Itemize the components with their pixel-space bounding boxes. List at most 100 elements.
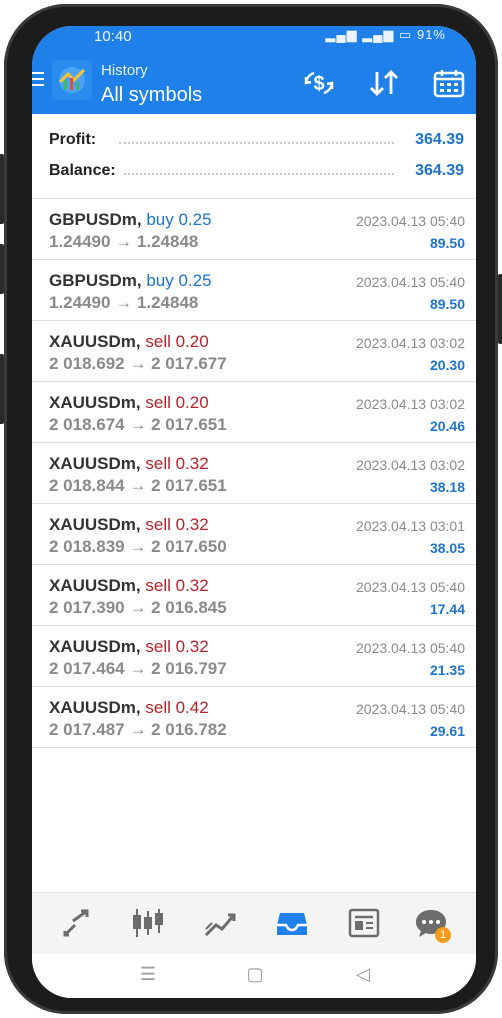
news-icon[interactable] xyxy=(346,907,382,939)
trade-icon[interactable] xyxy=(202,907,238,939)
battery-icon: ▭ xyxy=(399,27,413,42)
deal-side: sell 0.32 xyxy=(145,576,209,595)
status-time: 10:40 xyxy=(94,28,132,45)
side-button xyxy=(0,154,4,224)
messages-badge: 1 xyxy=(435,927,451,943)
deal-side: sell 0.32 xyxy=(145,515,209,534)
deal-row[interactable]: XAUUSDm, sell 0.42 2 017.487 → 2 016.782… xyxy=(32,687,476,748)
currency-exchange-icon[interactable]: $ xyxy=(302,68,336,98)
deal-symbol-line: GBPUSDm, buy 0.25 xyxy=(49,271,212,291)
deal-profit: 89.50 xyxy=(429,235,465,251)
deal-datetime: 2023.04.13 03:01 xyxy=(356,518,465,534)
deal-datetime: 2023.04.13 05:40 xyxy=(356,640,465,656)
deal-profit: 20.46 xyxy=(429,418,465,434)
deal-profit: 17.44 xyxy=(429,601,465,617)
deal-symbol-line: XAUUSDm, sell 0.32 xyxy=(49,515,209,535)
deal-symbol: XAUUSDm, xyxy=(49,332,141,351)
deal-prices: 1.24490 → 1.24848 xyxy=(49,293,199,312)
messages-icon[interactable]: 1 xyxy=(413,907,451,943)
recent-apps-icon[interactable]: ☰ xyxy=(136,964,160,986)
side-button xyxy=(0,244,4,294)
deal-symbol-line: XAUUSDm, sell 0.32 xyxy=(49,454,209,474)
deal-prices: 2 018.839 → 2 017.650 xyxy=(49,537,227,556)
deal-symbol-line: XAUUSDm, sell 0.20 xyxy=(49,332,209,352)
back-icon[interactable]: ◁ xyxy=(351,964,375,986)
deal-symbol: XAUUSDm, xyxy=(49,393,141,412)
deal-datetime: 2023.04.13 05:40 xyxy=(356,213,465,229)
deal-datetime: 2023.04.13 03:02 xyxy=(356,335,465,351)
deal-side: sell 0.20 xyxy=(145,393,209,412)
deal-profit: 20.30 xyxy=(429,357,465,373)
deal-symbol-line: XAUUSDm, sell 0.20 xyxy=(49,393,209,413)
deal-side: sell 0.42 xyxy=(145,698,209,717)
deal-profit: 38.05 xyxy=(429,540,465,556)
header-title[interactable]: All symbols xyxy=(101,84,202,107)
deal-symbol: XAUUSDm, xyxy=(49,637,141,656)
deal-row[interactable]: XAUUSDm, sell 0.32 2 017.464 → 2 016.797… xyxy=(32,626,476,687)
deal-symbol: GBPUSDm, xyxy=(49,271,142,290)
profit-value: 364.39 xyxy=(415,131,464,148)
bottom-nav: 1 xyxy=(32,892,476,955)
deal-row[interactable]: GBPUSDm, buy 0.25 1.24490 → 1.24848 2023… xyxy=(32,260,476,321)
deal-prices: 2 018.674 → 2 017.651 xyxy=(49,415,227,434)
side-button xyxy=(498,274,502,344)
chart-icon[interactable] xyxy=(130,907,166,939)
deal-row[interactable]: GBPUSDm, buy 0.25 1.24490 → 1.24848 2023… xyxy=(32,199,476,260)
deal-side: sell 0.20 xyxy=(145,332,209,351)
screen: 10:40 ▂▄▆ ▂▄▆ ▭ 91% History All symbols xyxy=(32,26,476,998)
deal-symbol-line: XAUUSDm, sell 0.32 xyxy=(49,576,209,596)
deal-symbol-line: XAUUSDm, sell 0.32 xyxy=(49,637,209,657)
deal-symbol-line: XAUUSDm, sell 0.42 xyxy=(49,698,209,718)
deal-profit: 29.61 xyxy=(429,723,465,739)
home-icon[interactable]: ▢ xyxy=(243,964,267,986)
profit-row: Profit: 364.39 xyxy=(49,131,464,153)
deal-row[interactable]: XAUUSDm, sell 0.32 2 017.390 → 2 016.845… xyxy=(32,565,476,626)
balance-row: Balance: 364.39 xyxy=(49,162,464,184)
phone-frame: 10:40 ▂▄▆ ▂▄▆ ▭ 91% History All symbols xyxy=(0,4,502,1014)
balance-value: 364.39 xyxy=(415,162,464,179)
deal-symbol: XAUUSDm, xyxy=(49,576,141,595)
quotes-icon[interactable] xyxy=(59,907,95,939)
deal-prices: 2 018.844 → 2 017.651 xyxy=(49,476,227,495)
deal-datetime: 2023.04.13 03:02 xyxy=(356,457,465,473)
deal-symbol: GBPUSDm, xyxy=(49,210,142,229)
system-nav: ☰ ▢ ◁ xyxy=(32,954,476,998)
deal-symbol: XAUUSDm, xyxy=(49,515,141,534)
deal-prices: 1.24490 → 1.24848 xyxy=(49,232,199,251)
signal-icon: ▂▄▆ ▂▄▆ xyxy=(325,27,395,42)
deal-row[interactable]: XAUUSDm, sell 0.20 2 018.674 → 2 017.651… xyxy=(32,382,476,443)
status-bar: 10:40 ▂▄▆ ▂▄▆ ▭ 91% xyxy=(32,26,476,46)
deal-profit: 38.18 xyxy=(429,479,465,495)
deal-side: buy 0.25 xyxy=(146,271,212,290)
deal-symbol: XAUUSDm, xyxy=(49,698,141,717)
deal-profit: 89.50 xyxy=(429,296,465,312)
account-summary: Profit: 364.39 Balance: 364.39 xyxy=(32,114,476,199)
calendar-icon[interactable] xyxy=(432,68,466,98)
deal-row[interactable]: XAUUSDm, sell 0.32 2 018.844 → 2 017.651… xyxy=(32,443,476,504)
header-subtitle: History xyxy=(101,62,148,79)
deal-datetime: 2023.04.13 05:40 xyxy=(356,274,465,290)
deal-side: buy 0.25 xyxy=(146,210,212,229)
deal-row[interactable]: XAUUSDm, sell 0.20 2 018.692 → 2 017.677… xyxy=(32,321,476,382)
sort-icon[interactable] xyxy=(367,68,401,98)
deal-prices: 2 018.692 → 2 017.677 xyxy=(49,354,227,373)
status-icons: ▂▄▆ ▂▄▆ ▭ 91% xyxy=(325,27,446,43)
deal-prices: 2 017.390 → 2 016.845 xyxy=(49,598,227,617)
balance-label: Balance: xyxy=(49,162,122,180)
history-icon[interactable] xyxy=(274,907,310,939)
deal-datetime: 2023.04.13 03:02 xyxy=(356,396,465,412)
deal-row[interactable]: XAUUSDm, sell 0.32 2 018.839 → 2 017.650… xyxy=(32,504,476,565)
battery-level: 91% xyxy=(416,27,446,42)
app-bar: History All symbols $ xyxy=(32,46,476,114)
deal-datetime: 2023.04.13 05:40 xyxy=(356,701,465,717)
deal-prices: 2 017.464 → 2 016.797 xyxy=(49,659,227,678)
deal-prices: 2 017.487 → 2 016.782 xyxy=(49,720,227,739)
menu-icon[interactable] xyxy=(32,72,44,86)
deal-profit: 21.35 xyxy=(429,662,465,678)
deal-list: GBPUSDm, buy 0.25 1.24490 → 1.24848 2023… xyxy=(32,199,476,748)
deal-side: sell 0.32 xyxy=(145,637,209,656)
deal-symbol-line: GBPUSDm, buy 0.25 xyxy=(49,210,212,230)
side-button xyxy=(0,354,4,424)
deal-datetime: 2023.04.13 05:40 xyxy=(356,579,465,595)
svg-text:$: $ xyxy=(313,73,324,95)
